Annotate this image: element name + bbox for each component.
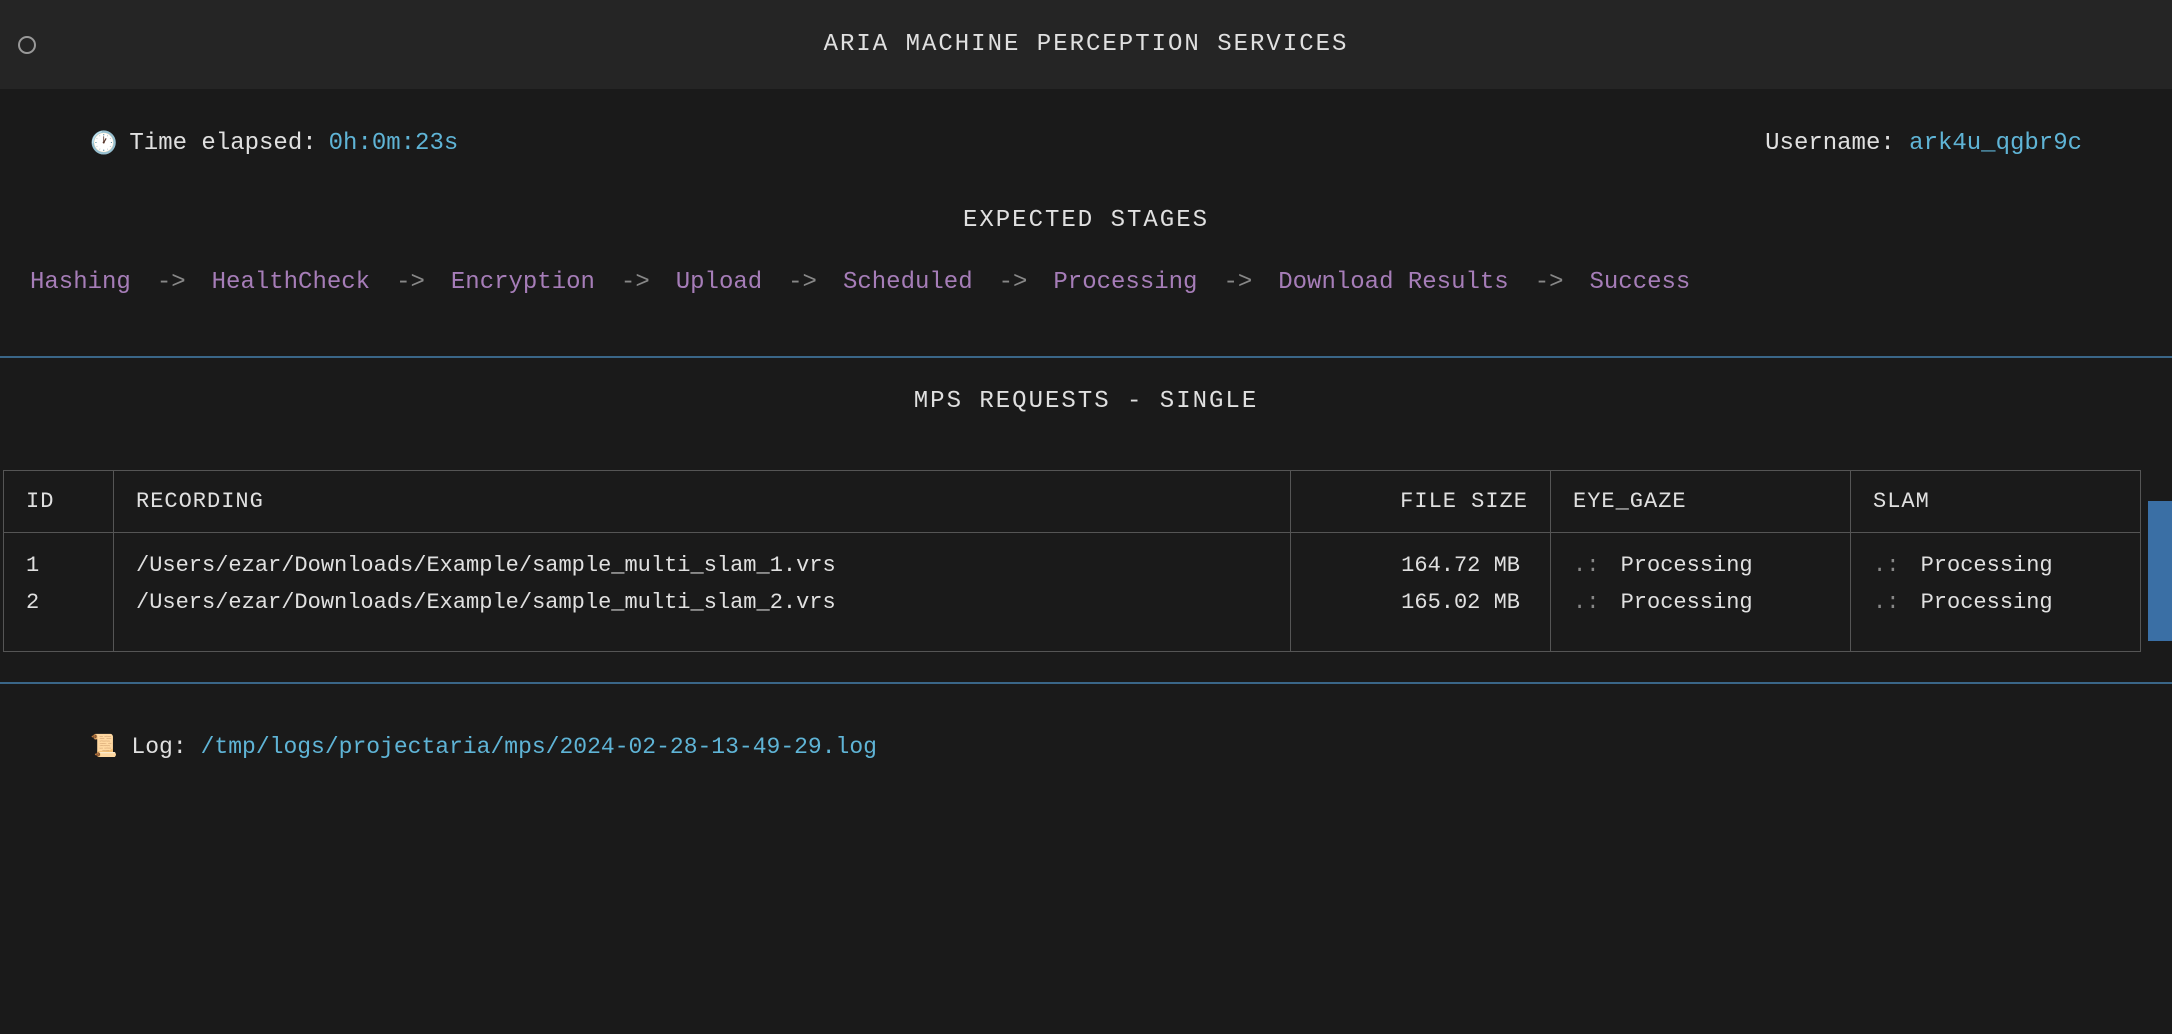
- arrow-icon: ->: [396, 269, 425, 296]
- username-label: Username:: [1765, 130, 1895, 157]
- username-value: ark4u_qgbr9c: [1909, 130, 2082, 157]
- cell-filesize: 164.72 MB: [1291, 533, 1551, 585]
- stage-scheduled: Scheduled: [843, 269, 973, 296]
- cell-eyegaze-status: .: Processing: [1551, 533, 1851, 585]
- cell-eyegaze-status: .: Processing: [1551, 584, 1851, 652]
- cell-id: 2: [4, 584, 114, 652]
- cell-slam-status: .: Processing: [1851, 533, 2141, 585]
- time-elapsed: 🕐 Time elapsed: 0h:0m:23s: [90, 130, 458, 157]
- cell-id: 1: [4, 533, 114, 585]
- stage-success: Success: [1590, 269, 1691, 296]
- stage-processing: Processing: [1053, 269, 1197, 296]
- cell-recording: /Users/ezar/Downloads/Example/sample_mul…: [114, 584, 1291, 652]
- info-row: 🕐 Time elapsed: 0h:0m:23s Username: ark4…: [0, 90, 2172, 177]
- stage-encryption: Encryption: [451, 269, 595, 296]
- scrollbar[interactable]: [2148, 501, 2172, 641]
- stage-download-results: Download Results: [1278, 269, 1508, 296]
- col-header-eyegaze: EYE_GAZE: [1551, 471, 1851, 533]
- arrow-icon: ->: [621, 269, 650, 296]
- requests-table: ID RECORDING FILE SIZE EYE_GAZE SLAM 1/U…: [3, 470, 2141, 652]
- stage-hashing: Hashing: [30, 269, 131, 296]
- requests-header: MPS REQUESTS - SINGLE: [0, 358, 2172, 440]
- log-row: 📜 Log: /tmp/logs/projectaria/mps/2024-02…: [0, 684, 2172, 810]
- col-header-id: ID: [4, 471, 114, 533]
- arrow-icon: ->: [788, 269, 817, 296]
- arrow-icon: ->: [1223, 269, 1252, 296]
- clock-icon: 🕐: [90, 131, 117, 157]
- table-row: 1/Users/ezar/Downloads/Example/sample_mu…: [4, 533, 2141, 585]
- time-elapsed-label: Time elapsed:: [129, 130, 316, 157]
- table-header-row: ID RECORDING FILE SIZE EYE_GAZE SLAM: [4, 471, 2141, 533]
- cell-filesize: 165.02 MB: [1291, 584, 1551, 652]
- arrow-icon: ->: [157, 269, 186, 296]
- table-row: 2/Users/ezar/Downloads/Example/sample_mu…: [4, 584, 2141, 652]
- cell-recording: /Users/ezar/Downloads/Example/sample_mul…: [114, 533, 1291, 585]
- cell-slam-status: .: Processing: [1851, 584, 2141, 652]
- log-label: Log:: [131, 734, 186, 760]
- stages-flow: Hashing -> HealthCheck -> Encryption -> …: [0, 259, 2172, 356]
- stage-healthcheck: HealthCheck: [212, 269, 370, 296]
- stage-upload: Upload: [676, 269, 762, 296]
- arrow-icon: ->: [1535, 269, 1564, 296]
- stages-header: EXPECTED STAGES: [0, 177, 2172, 259]
- col-header-slam: SLAM: [1851, 471, 2141, 533]
- scroll-icon: 📜: [90, 734, 117, 760]
- requests-table-container: ID RECORDING FILE SIZE EYE_GAZE SLAM 1/U…: [0, 470, 2172, 652]
- col-header-filesize: FILE SIZE: [1291, 471, 1551, 533]
- username: Username: ark4u_qgbr9c: [1765, 130, 2082, 157]
- status-circle-icon: [18, 36, 36, 54]
- title-bar: ARIA MACHINE PERCEPTION SERVICES: [0, 0, 2172, 90]
- app-title: ARIA MACHINE PERCEPTION SERVICES: [0, 31, 2172, 58]
- time-elapsed-value: 0h:0m:23s: [329, 130, 459, 157]
- log-path: /tmp/logs/projectaria/mps/2024-02-28-13-…: [201, 734, 877, 760]
- arrow-icon: ->: [999, 269, 1028, 296]
- col-header-recording: RECORDING: [114, 471, 1291, 533]
